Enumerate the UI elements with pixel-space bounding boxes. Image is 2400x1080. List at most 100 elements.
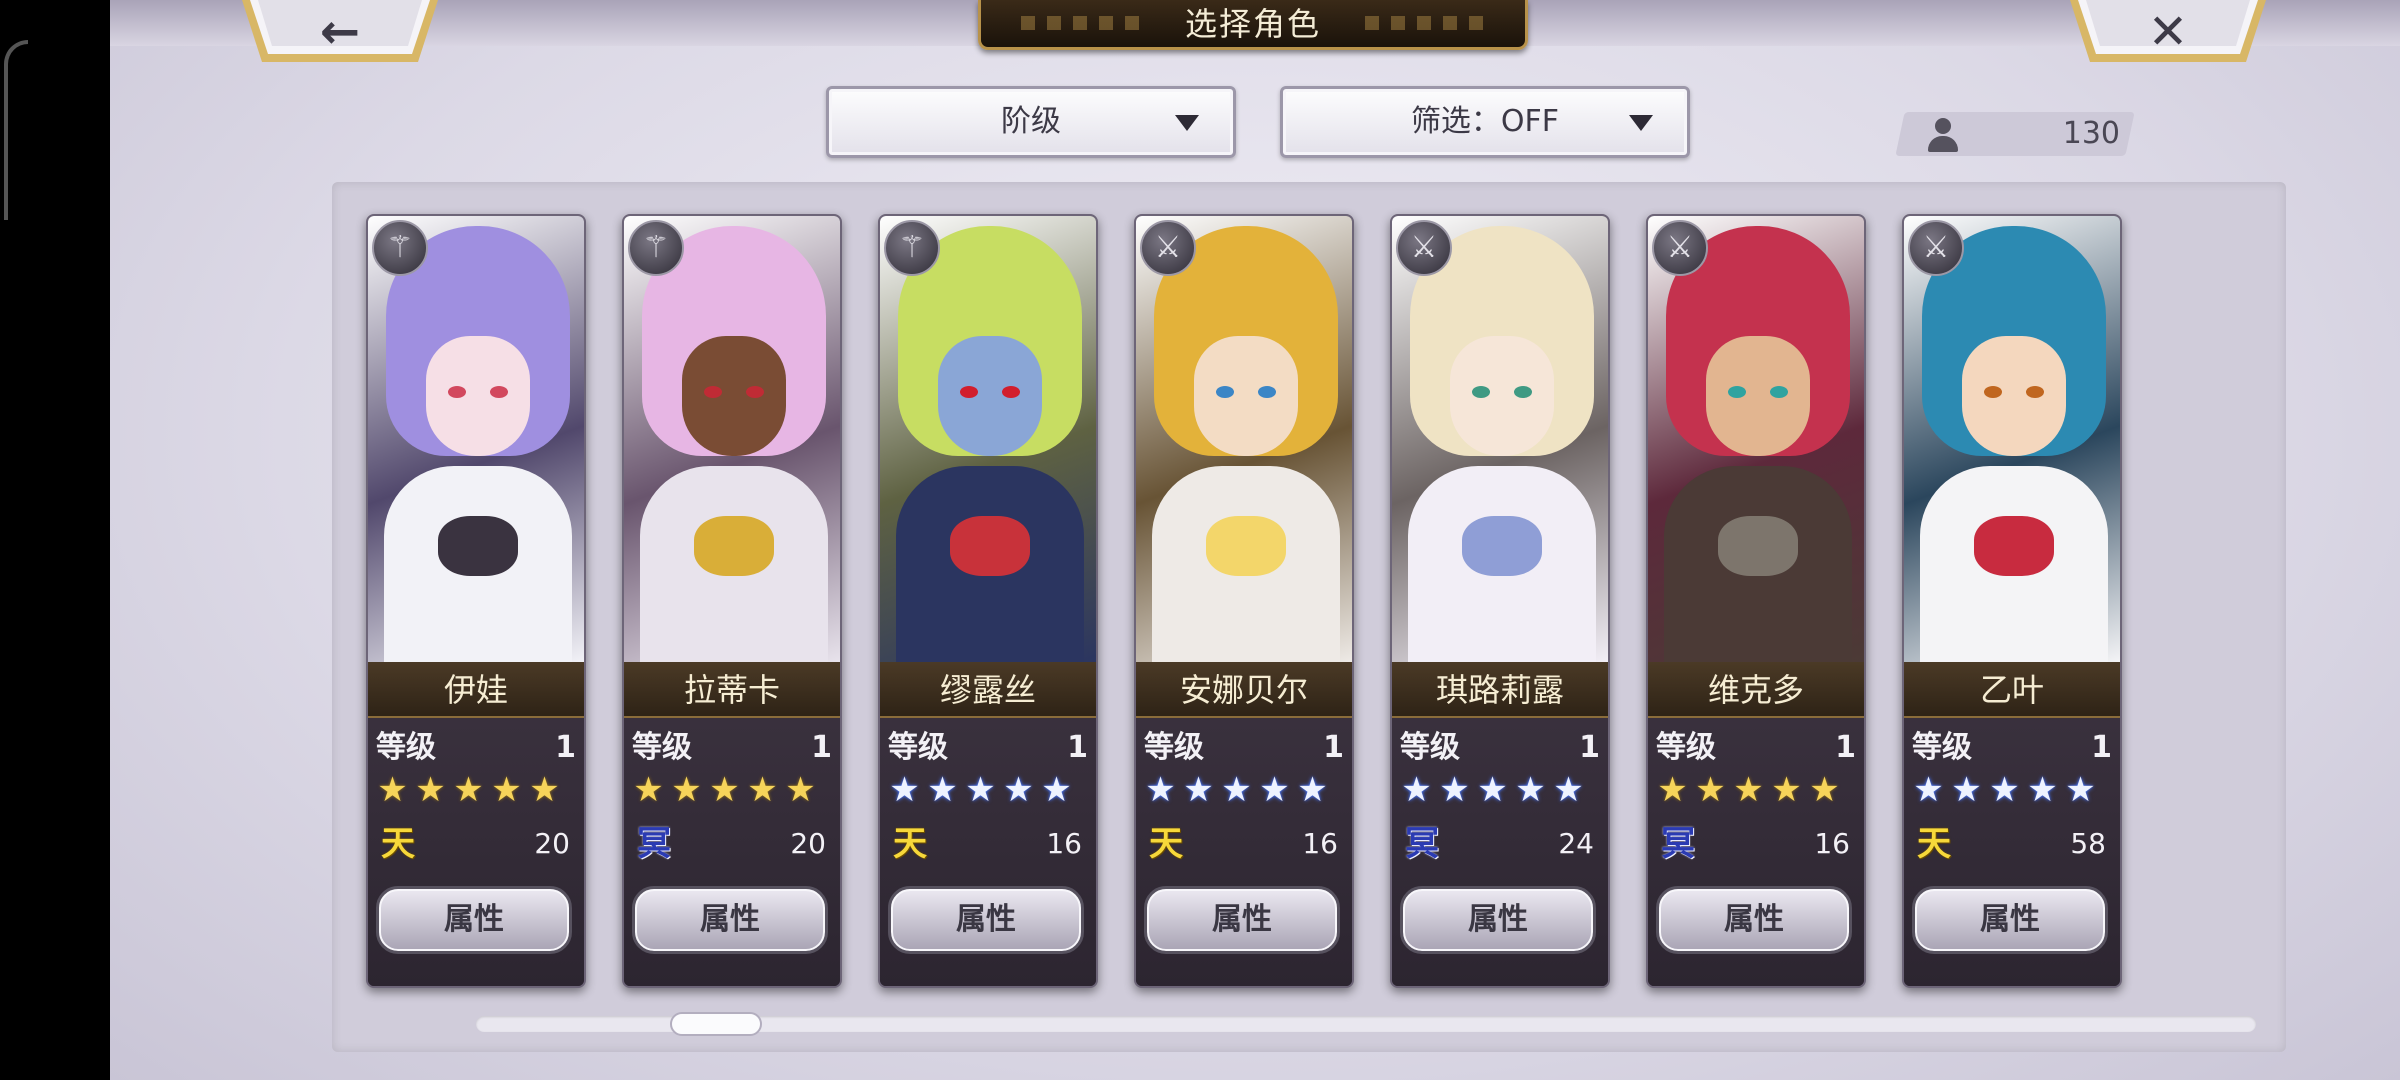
filter-dropdown-label: 筛选：OFF xyxy=(1410,104,1560,139)
attribute-button[interactable]: 属性 xyxy=(1144,886,1340,954)
character-name-bar: 拉蒂卡 xyxy=(624,662,840,718)
character-name: 维克多 xyxy=(1707,671,1804,709)
close-x-icon: ✕ xyxy=(2147,4,2189,60)
character-card[interactable]: ⚔ 乙叶 等级 1 ★ ★ ★ ★ ★ 天 58 属性 xyxy=(1902,214,2122,988)
character-info: 维克多 等级 1 ★ ★ ★ ★ ★ 冥 16 属性 xyxy=(1648,662,1864,986)
unit-cost: 24 xyxy=(1558,827,1594,860)
star-icon: ★ xyxy=(2027,770,2059,810)
star-rating: ★ ★ ★ ★ ★ xyxy=(886,770,1092,810)
bezel-edge xyxy=(4,40,28,220)
attribute-button[interactable]: 属性 xyxy=(632,886,828,954)
unit-cost: 16 xyxy=(1302,827,1338,860)
attribute-button[interactable]: 属性 xyxy=(888,886,1084,954)
element-badge: 天 xyxy=(1149,824,1183,864)
element-badge: 冥 xyxy=(1661,824,1695,864)
character-portrait[interactable] xyxy=(1392,216,1608,666)
character-name-bar: 琪路莉露 xyxy=(1392,662,1608,718)
character-portrait[interactable] xyxy=(1904,216,2120,666)
sort-dropdown[interactable]: 阶级 xyxy=(826,86,1236,158)
character-portrait[interactable] xyxy=(368,216,584,666)
star-icon: ★ xyxy=(491,770,523,810)
close-button[interactable]: ✕ xyxy=(2070,0,2266,66)
character-portrait[interactable] xyxy=(624,216,840,666)
star-icon: ★ xyxy=(1771,770,1803,810)
element-badge: 天 xyxy=(381,824,415,864)
sword-icon: ⚔ xyxy=(1652,220,1708,276)
level-row: 等级 1 xyxy=(632,728,836,768)
level-label: 等级 xyxy=(376,730,436,765)
star-icon: ★ xyxy=(415,770,447,810)
character-info: 缪露丝 等级 1 ★ ★ ★ ★ ★ 天 16 属性 xyxy=(880,662,1096,986)
chevron-down-icon xyxy=(1629,115,1653,131)
left-arrow-icon: ← xyxy=(319,4,361,60)
level-value: 1 xyxy=(2091,730,2112,765)
level-row: 等级 1 xyxy=(1400,728,1604,768)
star-icon: ★ xyxy=(927,770,959,810)
level-value: 1 xyxy=(1579,730,1600,765)
star-icon: ★ xyxy=(1477,770,1509,810)
character-info: 琪路莉露 等级 1 ★ ★ ★ ★ ★ 冥 24 属性 xyxy=(1392,662,1608,986)
character-portrait[interactable] xyxy=(1648,216,1864,666)
scrollbar-thumb[interactable] xyxy=(670,1012,762,1036)
back-button[interactable]: ← xyxy=(242,0,438,66)
star-icon: ★ xyxy=(1183,770,1215,810)
title-bar: 选择角色 xyxy=(978,0,1528,50)
character-card[interactable]: ⚚ 拉蒂卡 等级 1 ★ ★ ★ ★ ★ 冥 20 属性 xyxy=(622,214,842,988)
star-icon: ★ xyxy=(1041,770,1073,810)
star-icon: ★ xyxy=(529,770,561,810)
sword-icon: ⚔ xyxy=(1396,220,1452,276)
star-rating: ★ ★ ★ ★ ★ xyxy=(1398,770,1604,810)
star-icon: ★ xyxy=(1259,770,1291,810)
character-card[interactable]: ⚚ 伊娃 等级 1 ★ ★ ★ ★ ★ 天 20 属性 xyxy=(366,214,586,988)
level-row: 等级 1 xyxy=(1912,728,2116,768)
star-icon: ★ xyxy=(965,770,997,810)
character-info: 安娜贝尔 等级 1 ★ ★ ★ ★ ★ 天 16 属性 xyxy=(1136,662,1352,986)
element-badge: 天 xyxy=(893,824,927,864)
star-rating: ★ ★ ★ ★ ★ xyxy=(1910,770,2116,810)
level-label: 等级 xyxy=(632,730,692,765)
sort-dropdown-label: 阶级 xyxy=(1001,104,1061,139)
level-label: 等级 xyxy=(888,730,948,765)
star-rating: ★ ★ ★ ★ ★ xyxy=(374,770,580,810)
character-portrait[interactable] xyxy=(1136,216,1352,666)
attribute-button[interactable]: 属性 xyxy=(1400,886,1596,954)
level-label: 等级 xyxy=(1144,730,1204,765)
element-badge: 冥 xyxy=(637,824,671,864)
character-card[interactable]: ⚚ 缪露丝 等级 1 ★ ★ ★ ★ ★ 天 16 属性 xyxy=(878,214,1098,988)
character-name-bar: 乙叶 xyxy=(1904,662,2120,718)
unit-cost: 58 xyxy=(2070,827,2106,860)
level-value: 1 xyxy=(1067,730,1088,765)
attribute-button[interactable]: 属性 xyxy=(1656,886,1852,954)
attribute-button-label: 属性 xyxy=(444,902,504,937)
character-name: 拉蒂卡 xyxy=(683,671,780,709)
page-title: 选择角色 xyxy=(1184,5,1321,43)
filter-dropdown[interactable]: 筛选：OFF xyxy=(1280,86,1690,158)
attribute-button-label: 属性 xyxy=(1212,902,1272,937)
character-card[interactable]: ⚔ 维克多 等级 1 ★ ★ ★ ★ ★ 冥 16 属性 xyxy=(1646,214,1866,988)
star-icon: ★ xyxy=(2065,770,2097,810)
attribute-button[interactable]: 属性 xyxy=(1912,886,2108,954)
character-card[interactable]: ⚔ 琪路莉露 等级 1 ★ ★ ★ ★ ★ 冥 24 属性 xyxy=(1390,214,1610,988)
level-label: 等级 xyxy=(1912,730,1972,765)
star-icon: ★ xyxy=(1145,770,1177,810)
attribute-button-label: 属性 xyxy=(1980,902,2040,937)
level-value: 1 xyxy=(1323,730,1344,765)
star-rating: ★ ★ ★ ★ ★ xyxy=(1142,770,1348,810)
attribute-button-label: 属性 xyxy=(700,902,760,937)
star-icon: ★ xyxy=(671,770,703,810)
level-row: 等级 1 xyxy=(376,728,580,768)
star-rating: ★ ★ ★ ★ ★ xyxy=(1654,770,1860,810)
star-rating: ★ ★ ★ ★ ★ xyxy=(630,770,836,810)
level-value: 1 xyxy=(555,730,576,765)
character-portrait[interactable] xyxy=(880,216,1096,666)
star-icon: ★ xyxy=(889,770,921,810)
level-row: 等级 1 xyxy=(1656,728,1860,768)
element-badge: 天 xyxy=(1917,824,1951,864)
character-card[interactable]: ⚔ 安娜贝尔 等级 1 ★ ★ ★ ★ ★ 天 16 属性 xyxy=(1134,214,1354,988)
star-icon: ★ xyxy=(1439,770,1471,810)
star-icon: ★ xyxy=(1401,770,1433,810)
device-bezel xyxy=(0,0,110,1080)
chevron-down-icon xyxy=(1175,115,1199,131)
attribute-button[interactable]: 属性 xyxy=(376,886,572,954)
level-value: 1 xyxy=(1835,730,1856,765)
